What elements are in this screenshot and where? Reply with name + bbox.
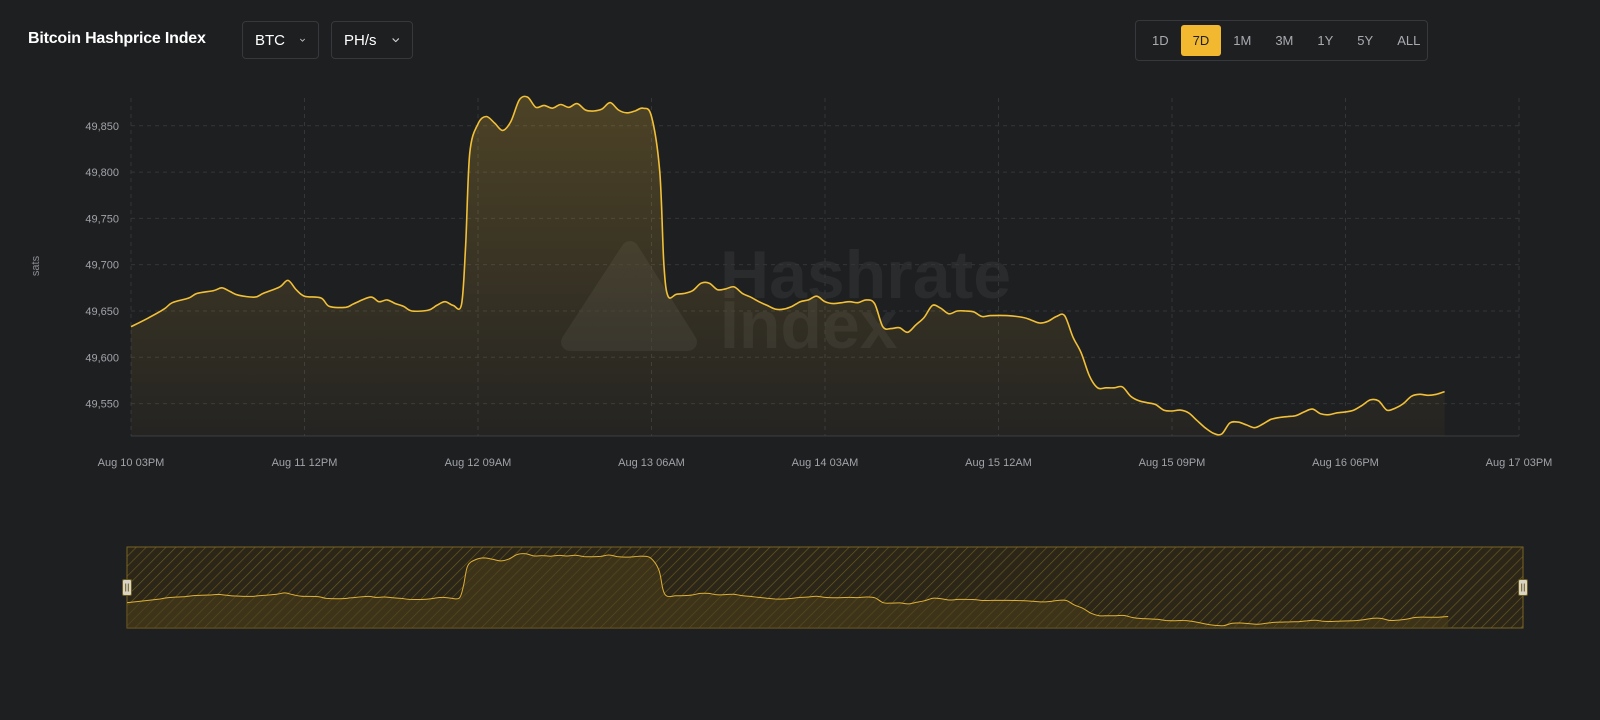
x-tick-label: Aug 14 03AM bbox=[792, 457, 859, 469]
y-tick-label: 49,850 bbox=[85, 121, 119, 133]
x-tick-label: Aug 15 12AM bbox=[965, 457, 1032, 469]
x-tick-label: Aug 15 09PM bbox=[1139, 457, 1206, 469]
y-tick-label: 49,800 bbox=[85, 167, 119, 179]
x-tick-label: Aug 10 03PM bbox=[98, 457, 165, 469]
y-tick-label: 49,550 bbox=[85, 399, 119, 411]
range-navigator[interactable] bbox=[122, 546, 1528, 629]
x-tick-label: Aug 17 03PM bbox=[1486, 457, 1553, 469]
y-tick-label: 49,600 bbox=[85, 352, 119, 364]
navigator-handle-left[interactable] bbox=[122, 579, 132, 596]
y-tick-label: 49,650 bbox=[85, 306, 119, 318]
y-tick-label: 49,700 bbox=[85, 260, 119, 272]
x-tick-label: Aug 16 06PM bbox=[1312, 457, 1379, 469]
x-tick-label: Aug 12 09AM bbox=[445, 457, 512, 469]
x-axis: Aug 10 03PM Aug 11 12PM Aug 12 09AM Aug 13 … bbox=[98, 457, 1553, 469]
navigator-handle-grip[interactable] bbox=[1518, 579, 1528, 596]
y-axis: 49,550 49,600 49,650 49,700 49,750 49,800 49,8… bbox=[85, 121, 119, 411]
y-tick-label: 49,750 bbox=[85, 213, 119, 225]
navigator-handle-right[interactable] bbox=[1518, 579, 1528, 596]
x-tick-label: Aug 11 12PM bbox=[272, 457, 338, 469]
x-tick-label: Aug 13 06AM bbox=[618, 457, 685, 469]
navigator-handle-grip[interactable] bbox=[122, 579, 132, 596]
hashprice-chart[interactable]: Hashrate Index 49,55049,60049,65049,7004… bbox=[0, 0, 1600, 720]
